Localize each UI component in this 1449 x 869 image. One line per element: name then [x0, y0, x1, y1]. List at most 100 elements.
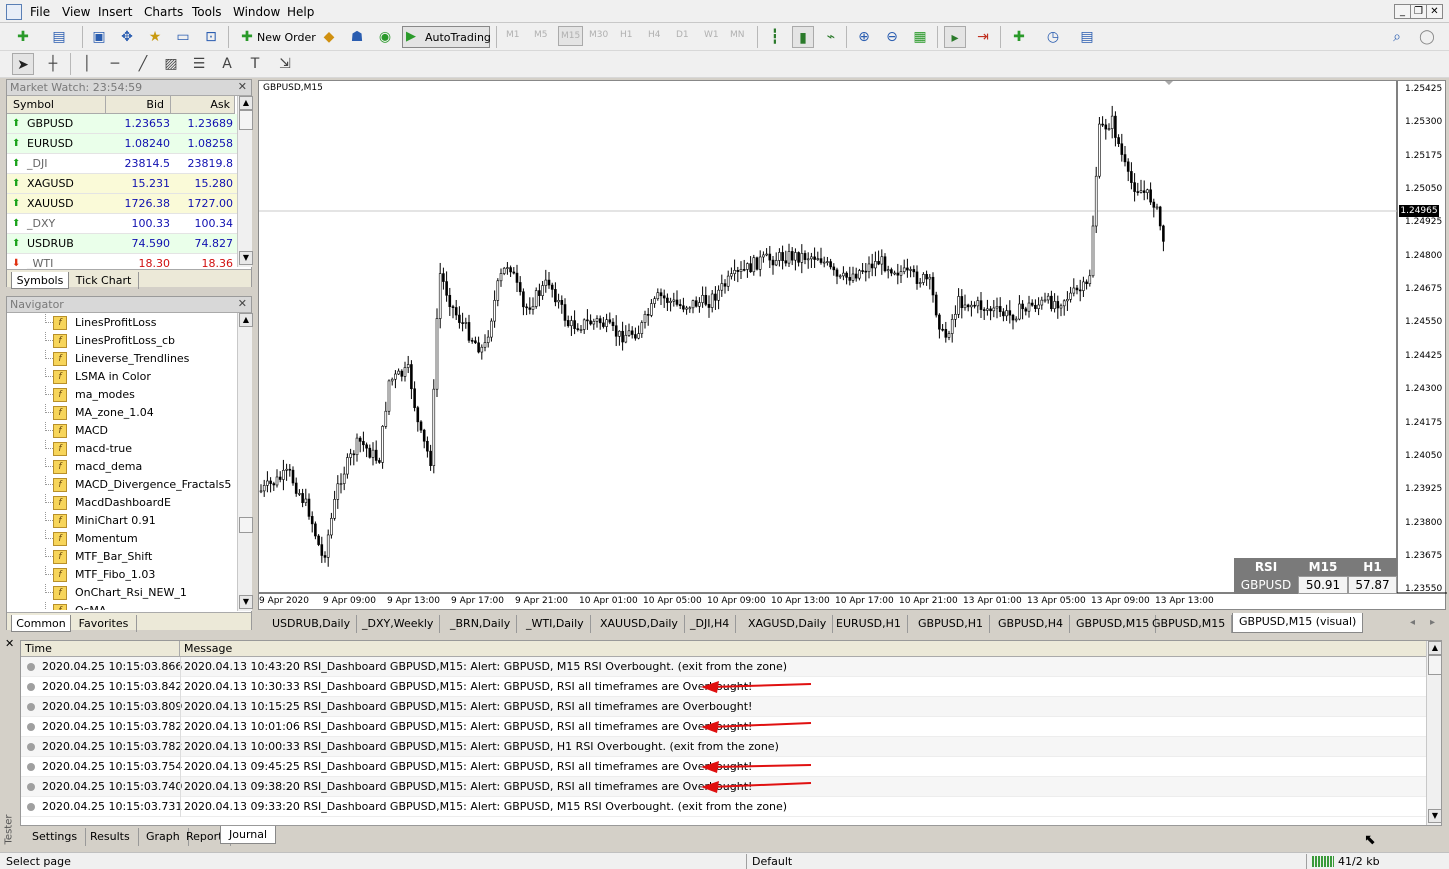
profiles-icon[interactable]: ▤	[48, 26, 70, 48]
navigator-indicator[interactable]: f Lineverse_Trendlines	[7, 350, 237, 368]
chart-tab[interactable]: GBPUSD,M15 (visual)	[1232, 613, 1364, 633]
chart-tab[interactable]: _WTI,Daily	[520, 615, 591, 633]
text-label-icon[interactable]: T	[244, 53, 266, 75]
market-watch-row[interactable]: ⬆ EURUSD 1.08240 1.08258	[7, 134, 240, 154]
metaeditor-icon[interactable]: ◆	[318, 26, 340, 48]
arrows-icon[interactable]: ⇲	[274, 53, 296, 75]
zoom-in-icon[interactable]: ⊕	[853, 26, 875, 48]
equidistant-channel-icon[interactable]: ▨	[160, 53, 182, 75]
cursor-icon[interactable]: ➤	[12, 53, 34, 75]
terminal-icon[interactable]: ▭	[172, 26, 194, 48]
tabs-left-icon[interactable]: ◂	[1410, 617, 1415, 628]
signals-icon[interactable]: ◉	[374, 26, 396, 48]
templates-icon[interactable]: ▤	[1076, 26, 1098, 48]
tab-favorites[interactable]: Favorites	[71, 615, 137, 632]
candlestick-icon[interactable]: ▮	[792, 26, 814, 48]
new-order-icon[interactable]: ✚	[236, 26, 258, 48]
navigator-indicator[interactable]: f MACD	[7, 422, 237, 440]
tf-d1[interactable]: D1	[676, 30, 689, 40]
scroll-thumb[interactable]	[239, 110, 253, 130]
vertical-line-icon[interactable]: │	[76, 53, 98, 75]
fibonacci-icon[interactable]: ☰	[188, 53, 210, 75]
tab-common[interactable]: Common	[11, 615, 71, 632]
chart-tab[interactable]: _DXY,Weekly	[356, 615, 441, 633]
chat-icon[interactable]: ◯	[1416, 26, 1438, 48]
navigator-indicator[interactable]: f Momentum	[7, 530, 237, 548]
chart-tab[interactable]: XAUUSD,Daily	[594, 615, 685, 633]
menu-help[interactable]: Help	[287, 5, 314, 19]
menu-file[interactable]: File	[30, 5, 50, 19]
market-watch-row[interactable]: ⬆ USDRUB 74.590 74.827	[7, 234, 240, 254]
menu-insert[interactable]: Insert	[98, 5, 132, 19]
tf-h4[interactable]: H4	[648, 30, 661, 40]
tf-m15[interactable]: M15	[558, 26, 584, 46]
autotrading-button[interactable]: ▶ AutoTrading	[402, 26, 491, 48]
data-window-icon[interactable]: ✥	[116, 26, 138, 48]
line-chart-icon[interactable]: ⌁	[820, 26, 842, 48]
navigator-scrollbar[interactable]: ▲ ▼	[237, 313, 253, 611]
tile-windows-icon[interactable]: ▦	[909, 26, 931, 48]
text-icon[interactable]: A	[216, 53, 238, 75]
market-watch-scrollbar[interactable]: ▲ ▼	[237, 96, 253, 267]
column-ask[interactable]: Ask	[171, 96, 235, 114]
crosshair-icon[interactable]: ┼	[42, 53, 64, 75]
scroll-down-icon[interactable]: ▼	[239, 251, 253, 265]
horizontal-line-icon[interactable]: ─	[104, 53, 126, 75]
column-bid[interactable]: Bid	[106, 96, 171, 114]
navigator-indicator[interactable]: f LinesProfitLoss	[7, 314, 237, 332]
navigator-indicator[interactable]: f OnChart_Rsi_NEW_1	[7, 584, 237, 602]
market-watch-row[interactable]: ⬆ XAUUSD 1726.38 1727.00	[7, 194, 240, 214]
chart-tab[interactable]: GBPUSD,H1	[912, 615, 990, 633]
trendline-icon[interactable]: ╱	[132, 53, 154, 75]
scroll-down-icon[interactable]: ▼	[239, 595, 253, 609]
autoscroll-icon[interactable]: ▸	[944, 26, 966, 48]
navigator-indicator[interactable]: f ma_modes	[7, 386, 237, 404]
chart-tab[interactable]: _BRN,Daily	[444, 615, 518, 633]
zoom-out-icon[interactable]: ⊖	[881, 26, 903, 48]
navigator-indicator[interactable]: f LSMA in Color	[7, 368, 237, 386]
new-order-button[interactable]: New Order	[257, 31, 316, 44]
tab-tick-chart[interactable]: Tick Chart	[69, 272, 139, 289]
close-icon[interactable]: ✕	[238, 297, 247, 310]
chart-tab[interactable]: _DJI,H4	[684, 615, 737, 633]
market-watch-icon[interactable]: ▣	[88, 26, 110, 48]
journal-scrollbar[interactable]: ▲ ▼	[1426, 641, 1442, 825]
new-chart-icon[interactable]: ✚	[12, 26, 34, 48]
scroll-up-icon[interactable]: ▲	[1428, 641, 1442, 655]
market-watch-row[interactable]: ⬆ XAGUSD 15.231 15.280	[7, 174, 240, 194]
tf-w1[interactable]: W1	[704, 30, 719, 40]
periods-icon[interactable]: ◷	[1042, 26, 1064, 48]
navigator-indicator[interactable]: f OsMA	[7, 602, 237, 610]
chart-tab[interactable]: GBPUSD,H4	[992, 615, 1070, 633]
tester-tab-settings[interactable]: Settings	[24, 828, 87, 846]
menu-view[interactable]: View	[62, 5, 90, 19]
navigator-indicator[interactable]: f LinesProfitLoss_cb	[7, 332, 237, 350]
navigator-indicator[interactable]: f MA_zone_1.04	[7, 404, 237, 422]
tab-symbols[interactable]: Symbols	[11, 272, 69, 289]
menu-window[interactable]: Window	[233, 5, 280, 19]
scroll-down-icon[interactable]: ▼	[1428, 809, 1442, 823]
close-icon[interactable]: ✕	[238, 80, 247, 93]
navigator-indicator[interactable]: f MacdDashboardE	[7, 494, 237, 512]
restore-button[interactable]: ❐	[1410, 4, 1427, 19]
scroll-thumb[interactable]	[1428, 655, 1442, 675]
minimize-button[interactable]: _	[1394, 4, 1411, 19]
market-watch-row[interactable]: ⬆ GBPUSD 1.23653 1.23689	[7, 114, 240, 134]
column-symbol[interactable]: Symbol	[7, 96, 106, 114]
navigator-indicator[interactable]: f MiniChart 0.91	[7, 512, 237, 530]
tf-mn[interactable]: MN	[730, 30, 745, 40]
menu-charts[interactable]: Charts	[144, 5, 183, 19]
navigator-indicator[interactable]: f MTF_Bar_Shift	[7, 548, 237, 566]
scroll-up-icon[interactable]: ▲	[239, 313, 253, 327]
scroll-up-icon[interactable]: ▲	[239, 96, 253, 110]
tf-m30[interactable]: M30	[589, 30, 608, 40]
chart-tab[interactable]: GBPUSD,M15	[1146, 615, 1233, 633]
chart-shift-icon[interactable]: ⇥	[972, 26, 994, 48]
tf-h1[interactable]: H1	[620, 30, 633, 40]
tf-m5[interactable]: M5	[534, 30, 548, 40]
community-icon[interactable]: ☗	[346, 26, 368, 48]
close-window-button[interactable]: ✕	[1426, 4, 1443, 19]
column-message[interactable]: Message	[180, 641, 1426, 657]
navigator-indicator[interactable]: f MACD_Divergence_Fractals5	[7, 476, 237, 494]
tf-m1[interactable]: M1	[506, 30, 520, 40]
